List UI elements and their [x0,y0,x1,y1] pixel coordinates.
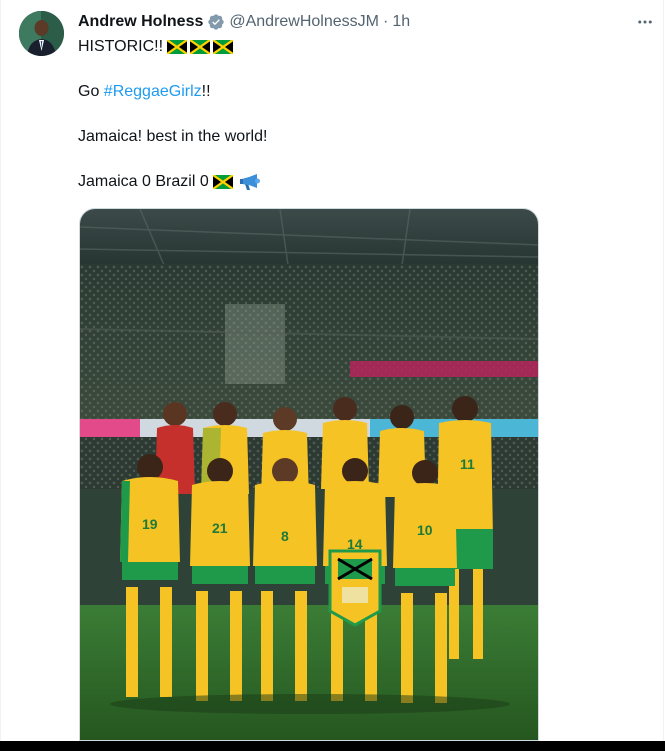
flag-group [167,40,236,54]
more-options-button[interactable] [632,11,658,33]
more-options-icon [638,20,652,24]
tweet-text-exclaim: !! [201,83,211,100]
author-handle[interactable]: @AndrewHolnessJM [229,13,379,31]
team-photo-illustration: 11 19 21 8 14 10 [80,209,538,740]
team-pennant [328,549,382,627]
jamaica-flag-icon [213,40,234,54]
page-bottom-edge [0,741,665,751]
jersey-number: 8 [281,528,289,544]
tweet-text-best: Jamaica! best in the world! [78,128,268,145]
tweet-text-line-4: Jamaica 0 Brazil 0 [78,171,261,193]
jamaica-flag-icon [167,40,188,54]
tweet-text-historic: HISTORIC!! [78,38,164,55]
megaphone-icon [239,174,260,190]
author-name[interactable]: Andrew Holness [78,13,203,31]
tweet-text-score: Jamaica 0 Brazil 0 [78,173,209,190]
tweet-text-line-1: HISTORIC!! [78,36,236,58]
tweet-header: Andrew Holness @AndrewHolnessJM · 1h [78,12,410,32]
jamaica-flag-icon [190,40,211,54]
jersey-number: 19 [142,516,158,532]
tweet-text-go: Go [78,83,104,100]
tweet-text-line-2: Go #ReggaeGirlz !! [78,81,211,103]
tweet-photo[interactable]: 11 19 21 8 14 10 [79,208,539,741]
verified-badge-icon [203,13,225,31]
tweet-timestamp[interactable]: 1h [392,13,410,31]
jamaica-flag-icon [212,175,233,189]
header-separator: · [382,13,389,30]
author-avatar[interactable] [19,11,64,56]
jersey-number: 11 [460,456,475,472]
tweet-text-line-3: Jamaica! best in the world! [78,126,267,148]
jersey-number: 21 [212,520,228,536]
jersey-number: 10 [417,522,433,538]
hashtag-link[interactable]: #ReggaeGirlz [104,83,202,101]
